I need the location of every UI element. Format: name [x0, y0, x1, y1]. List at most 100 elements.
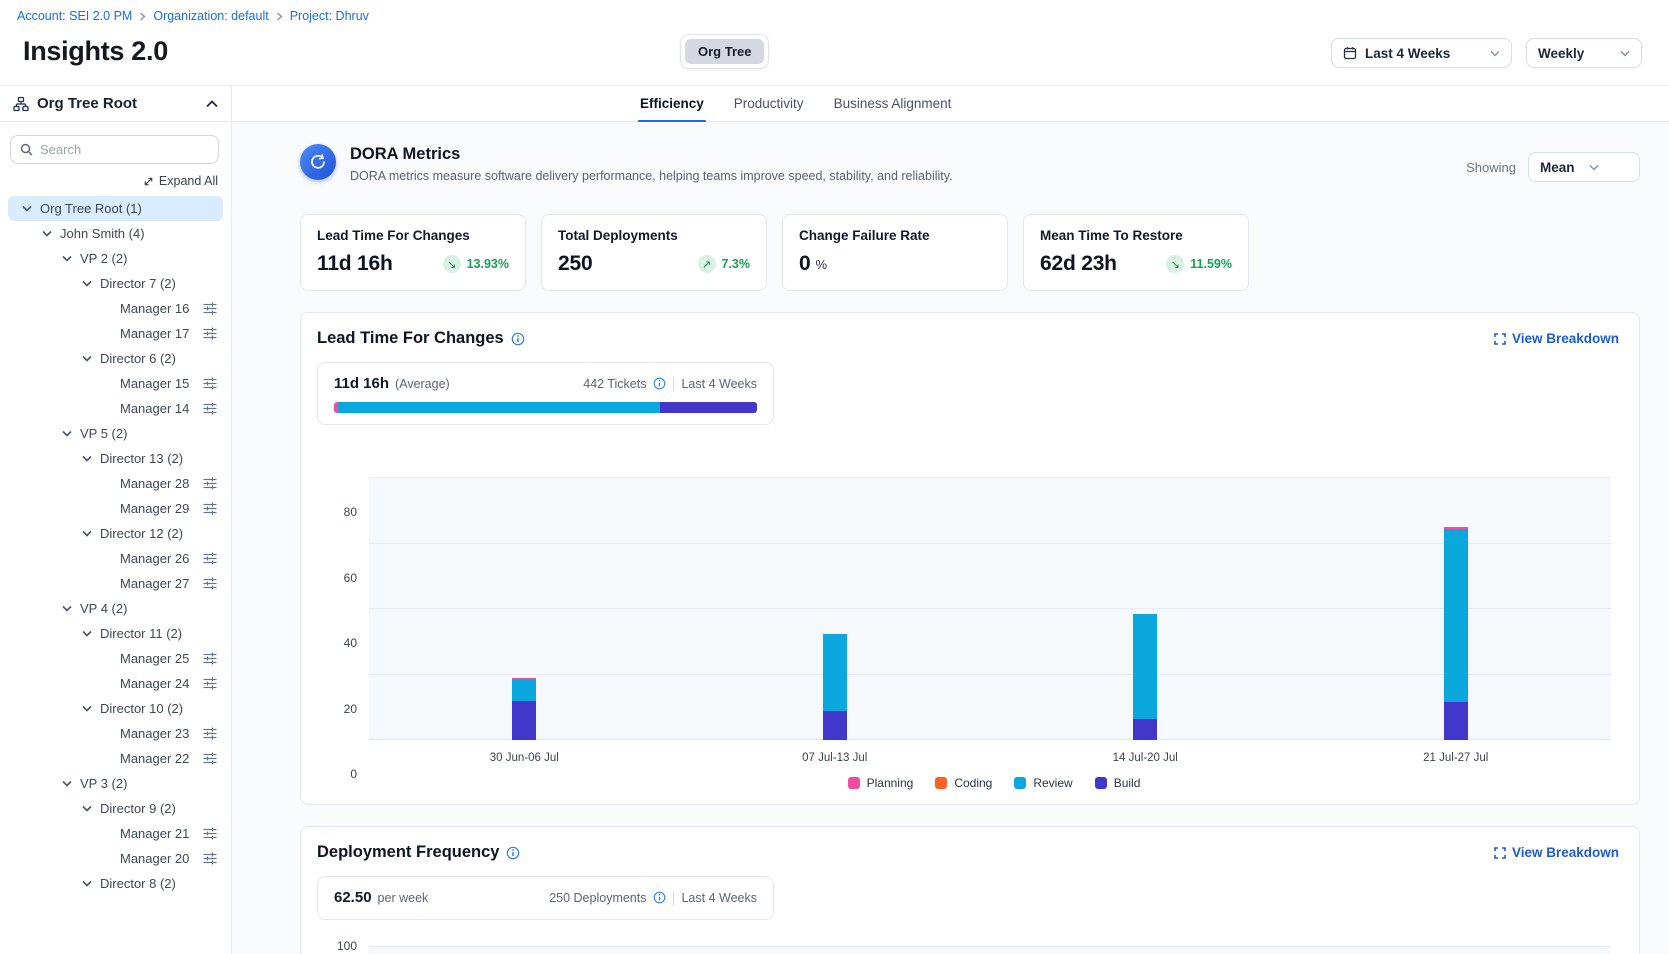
tree-chevron-down-icon[interactable]	[22, 205, 40, 212]
tab-business-alignment[interactable]: Business Alignment	[832, 86, 954, 121]
filter-sliders-icon[interactable]	[203, 302, 217, 315]
tree-chevron-down-icon[interactable]	[82, 880, 100, 887]
tree-item[interactable]: Manager 29	[8, 496, 223, 521]
tree-chevron-down-icon[interactable]	[82, 280, 100, 287]
tree-item[interactable]: Manager 22	[8, 746, 223, 771]
tree-chevron-down-icon[interactable]	[82, 455, 100, 462]
insights-page: Account: SEI 2.0 PM Organization: default…	[0, 0, 1669, 954]
tree-chevron-down-icon[interactable]	[82, 630, 100, 637]
granularity-select[interactable]: Weekly	[1526, 38, 1642, 68]
filter-sliders-icon[interactable]	[203, 577, 217, 590]
info-icon[interactable]	[653, 377, 666, 390]
tree-chevron-down-icon[interactable]	[62, 255, 80, 262]
org-tree-list: Org Tree Root (1)John Smith (4)VP 2 (2)D…	[0, 194, 231, 896]
deployment-view-breakdown[interactable]: View Breakdown	[1494, 845, 1619, 860]
filter-sliders-icon[interactable]	[203, 752, 217, 765]
collapse-chevron-up-icon[interactable]	[206, 100, 218, 108]
tree-item-label: Manager 24	[120, 676, 189, 691]
tree-item[interactable]: VP 5 (2)	[8, 421, 223, 446]
tree-item[interactable]: Manager 21	[8, 821, 223, 846]
breadcrumb-link[interactable]: Account: SEI 2.0 PM	[17, 9, 132, 23]
tree-item[interactable]: Director 6 (2)	[8, 346, 223, 371]
tree-item[interactable]: Director 7 (2)	[8, 271, 223, 296]
tree-search[interactable]	[10, 135, 219, 164]
tree-item[interactable]: Manager 28	[8, 471, 223, 496]
metric-card-label: Lead Time For Changes	[317, 228, 509, 243]
stacked-bar[interactable]	[512, 678, 536, 740]
tree-item[interactable]: Manager 20	[8, 846, 223, 871]
chevron-down-icon	[1620, 50, 1630, 57]
expand-all-button[interactable]: Expand All	[143, 174, 218, 188]
tab-productivity[interactable]: Productivity	[732, 86, 806, 121]
tree-item[interactable]: VP 4 (2)	[8, 596, 223, 621]
tree-chevron-down-icon[interactable]	[82, 705, 100, 712]
tree-item[interactable]: Manager 25	[8, 646, 223, 671]
filter-sliders-icon[interactable]	[203, 852, 217, 865]
tree-item[interactable]: VP 2 (2)	[8, 246, 223, 271]
tree-item[interactable]: Manager 17	[8, 321, 223, 346]
filter-sliders-icon[interactable]	[203, 327, 217, 340]
tree-item[interactable]: Director 13 (2)	[8, 446, 223, 471]
tree-chevron-down-icon[interactable]	[42, 230, 60, 237]
tree-item[interactable]: Director 10 (2)	[8, 696, 223, 721]
filter-sliders-icon[interactable]	[203, 402, 217, 415]
legend-item-build[interactable]: Build	[1095, 776, 1141, 790]
tree-item[interactable]: Manager 26	[8, 546, 223, 571]
legend-item-coding[interactable]: Coding	[935, 776, 992, 790]
tree-chevron-down-icon[interactable]	[82, 530, 100, 537]
lead-time-section: Lead Time For Changes View Breakdown	[300, 312, 1640, 805]
dora-header: DORA Metrics DORA metrics measure softwa…	[300, 144, 1669, 200]
showing-select[interactable]: Mean	[1528, 152, 1640, 182]
info-icon[interactable]	[511, 332, 525, 346]
tree-chevron-down-icon[interactable]	[62, 605, 80, 612]
filter-sliders-icon[interactable]	[203, 477, 217, 490]
tree-chevron-down-icon[interactable]	[82, 355, 100, 362]
org-tree-toggle-label[interactable]: Org Tree	[685, 39, 764, 64]
tree-item[interactable]: Manager 24	[8, 671, 223, 696]
tree-item[interactable]: Manager 27	[8, 571, 223, 596]
lead-time-view-breakdown[interactable]: View Breakdown	[1494, 331, 1619, 346]
tree-item[interactable]: Manager 23	[8, 721, 223, 746]
filter-sliders-icon[interactable]	[203, 677, 217, 690]
filter-sliders-icon[interactable]	[203, 827, 217, 840]
tree-item[interactable]: John Smith (4)	[8, 221, 223, 246]
tree-item[interactable]: Director 12 (2)	[8, 521, 223, 546]
metric-card: Lead Time For Changes11d 16h↘13.93%	[300, 214, 526, 291]
tree-item[interactable]: Manager 14	[8, 396, 223, 421]
dora-description: DORA metrics measure software delivery p…	[350, 169, 953, 183]
legend-item-planning[interactable]: Planning	[848, 776, 914, 790]
tree-item[interactable]: Director 9 (2)	[8, 796, 223, 821]
org-tree-toggle[interactable]: Org Tree	[680, 34, 769, 69]
legend-item-review[interactable]: Review	[1014, 776, 1072, 790]
tree-chevron-down-icon[interactable]	[62, 780, 80, 787]
tree-item[interactable]: Manager 15	[8, 371, 223, 396]
tree-item[interactable]: Director 8 (2)	[8, 871, 223, 896]
stacked-bar[interactable]	[1133, 614, 1157, 740]
info-icon[interactable]	[506, 846, 520, 860]
tree-chevron-down-icon[interactable]	[82, 805, 100, 812]
tree-item[interactable]: VP 3 (2)	[8, 771, 223, 796]
breadcrumb-link[interactable]: Organization: default	[153, 9, 268, 23]
trend-delta-value: 11.59%	[1190, 257, 1232, 271]
trend-down-icon: ↘	[443, 255, 461, 273]
breadcrumb-link[interactable]: Project: Dhruv	[290, 9, 369, 23]
legend-label: Coding	[954, 776, 992, 790]
tree-item[interactable]: Manager 16	[8, 296, 223, 321]
tree-chevron-down-icon[interactable]	[62, 430, 80, 437]
chevron-down-icon	[1589, 164, 1599, 171]
tree-item[interactable]: Org Tree Root (1)	[8, 196, 223, 221]
filter-sliders-icon[interactable]	[203, 552, 217, 565]
date-range-value: Last 4 Weeks	[1365, 46, 1476, 61]
tab-efficiency[interactable]: Efficiency	[638, 86, 706, 121]
info-icon[interactable]	[653, 891, 666, 904]
filter-sliders-icon[interactable]	[203, 652, 217, 665]
content-scroll-area[interactable]: DORA Metrics DORA metrics measure softwa…	[232, 122, 1669, 954]
filter-sliders-icon[interactable]	[203, 377, 217, 390]
search-input[interactable]	[40, 142, 209, 157]
stacked-bar[interactable]	[1444, 527, 1468, 740]
stacked-bar[interactable]	[823, 634, 847, 740]
tree-item[interactable]: Director 11 (2)	[8, 621, 223, 646]
filter-sliders-icon[interactable]	[203, 502, 217, 515]
date-range-select[interactable]: Last 4 Weeks	[1331, 38, 1512, 68]
filter-sliders-icon[interactable]	[203, 727, 217, 740]
